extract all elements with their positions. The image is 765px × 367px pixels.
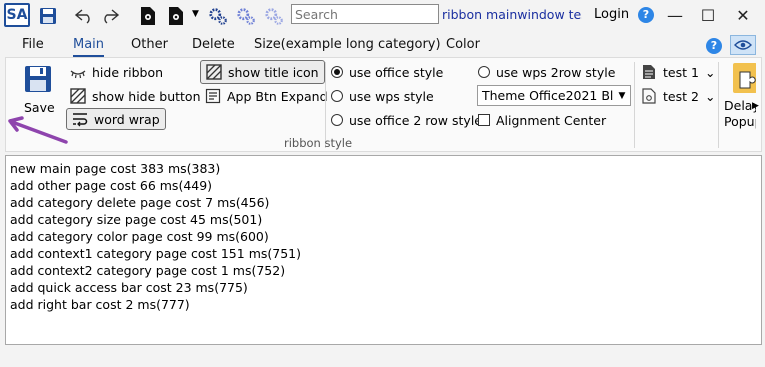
minimize-button[interactable]: —	[663, 4, 687, 26]
word-wrap-label: word wrap	[94, 111, 160, 127]
ribbon-separator	[634, 62, 635, 148]
log-line: add category color page cost 99 ms(600)	[10, 229, 269, 244]
document-icon	[643, 65, 655, 79]
tab-size[interactable]: Size(example long category)	[254, 37, 441, 52]
save-icon-large	[25, 66, 51, 92]
help-icon[interactable]: ?	[638, 7, 654, 23]
show-title-icon	[206, 64, 222, 80]
app-btn-expand-button[interactable]: App Btn Expand	[205, 85, 328, 107]
chevron-down-icon: ⌄	[704, 64, 716, 80]
radio-icon	[331, 114, 343, 126]
show-title-icon-button[interactable]: show title icon	[200, 60, 325, 84]
log-line: add category size page cost 45 ms(501)	[10, 212, 263, 227]
ribbon-separator	[718, 62, 719, 148]
use-office-style-label: use office style	[349, 64, 444, 80]
hide-ribbon-label: hide ribbon	[92, 64, 164, 80]
log-line: add context2 category page cost 1 ms(752…	[10, 263, 286, 278]
save-icon[interactable]	[38, 6, 58, 26]
show-hide-button[interactable]: show hide button	[70, 85, 201, 107]
maximize-button[interactable]: ☐	[696, 4, 720, 26]
test-2-label: test 2	[663, 88, 699, 104]
hide-ribbon-icon	[70, 70, 86, 79]
gears-icon-light[interactable]	[236, 6, 256, 26]
hide-ribbon-button[interactable]: hide ribbon	[70, 61, 163, 83]
ribbon-help-icon[interactable]: ?	[706, 38, 722, 54]
show-hide-label: show hide button	[92, 88, 201, 104]
ribbon-scroll-right-icon[interactable]: ▶	[752, 101, 759, 111]
log-line: add right bar cost 2 ms(777)	[10, 297, 190, 312]
word-wrap-button[interactable]: word wrap	[66, 108, 166, 130]
app-logo[interactable]: SA	[4, 3, 30, 27]
save-label: Save	[24, 100, 55, 115]
log-line: add other page cost 66 ms(449)	[10, 178, 213, 193]
document-settings-icon[interactable]	[138, 6, 158, 26]
chevron-down-icon[interactable]: ▼	[192, 9, 199, 19]
undo-icon[interactable]	[74, 6, 94, 26]
delay-popup-button[interactable]: Delay Popup	[724, 60, 756, 132]
window-title: ribbon mainwindow test	[442, 7, 582, 22]
log-line: add quick access bar cost 23 ms(775)	[10, 280, 248, 295]
radio-icon	[331, 90, 343, 102]
tab-main[interactable]: Main	[73, 37, 104, 52]
use-wps-2row-style-radio[interactable]: use wps 2row style	[478, 61, 615, 83]
alignment-center-label: Alignment Center	[496, 112, 607, 128]
use-wps-style-label: use wps style	[349, 88, 434, 104]
redo-icon[interactable]	[100, 6, 120, 26]
test-1-label: test 1	[663, 64, 699, 80]
search-input[interactable]	[291, 4, 439, 24]
tab-file[interactable]: File	[22, 37, 44, 52]
use-office-2-row-style-radio[interactable]: use office 2 row style	[331, 109, 482, 131]
gears-icon-faded[interactable]	[264, 6, 284, 26]
tab-other[interactable]: Other	[131, 37, 168, 52]
annotation-arrow-icon	[8, 116, 68, 144]
test-2-button[interactable]: test 2 ⌄	[641, 85, 715, 107]
combo-arrow-icon: ▼	[618, 90, 626, 101]
chevron-down-icon: ⌄	[704, 88, 716, 104]
tab-delete[interactable]: Delete	[192, 37, 235, 52]
alignment-center-checkbox[interactable]: Alignment Center	[478, 109, 606, 131]
log-line: add context1 category page cost 151 ms(7…	[10, 246, 301, 261]
eye-toggle-button[interactable]	[730, 35, 756, 55]
radio-icon	[478, 66, 490, 78]
title-bar: SA ▼ ribbon mainwindow test Login ? — ☐ …	[0, 0, 765, 31]
tab-color[interactable]: Color	[446, 37, 480, 52]
app-btn-expand-label: App Btn Expand	[227, 88, 328, 104]
use-wps-2row-style-label: use wps 2row style	[496, 64, 616, 80]
log-line: new main page cost 383 ms(383)	[10, 161, 221, 176]
close-button[interactable]: ✕	[731, 4, 755, 26]
use-office-style-radio[interactable]: use office style	[331, 61, 443, 83]
theme-combo[interactable]: Theme Office2021 Blue ▼	[477, 85, 631, 106]
use-wps-style-radio[interactable]: use wps style	[331, 85, 434, 107]
gears-icon[interactable]	[208, 6, 228, 26]
radio-checked-icon	[331, 66, 343, 78]
log-output-area[interactable]: new main page cost 383 ms(383) add other…	[5, 155, 762, 345]
checkbox-icon	[478, 114, 490, 126]
theme-combo-value: Theme Office2021 Blue	[482, 88, 614, 103]
log-line: add category delete page cost 7 ms(456)	[10, 195, 270, 210]
document-settings-dropdown-icon[interactable]	[166, 6, 186, 26]
use-office-2-row-style-label: use office 2 row style	[349, 112, 482, 128]
show-hide-icon	[70, 88, 86, 104]
word-wrap-icon	[73, 113, 88, 127]
login-button[interactable]: Login	[594, 7, 629, 22]
save-large-button[interactable]: Save	[18, 62, 58, 118]
document-outline-icon	[642, 88, 656, 104]
puzzle-icon	[733, 63, 756, 93]
eye-icon	[734, 40, 752, 50]
app-btn-expand-icon	[205, 88, 221, 104]
ribbon-group-label: ribbon style	[284, 136, 353, 150]
show-title-icon-label: show title icon	[228, 64, 319, 80]
test-1-button[interactable]: test 1 ⌄	[641, 61, 715, 83]
